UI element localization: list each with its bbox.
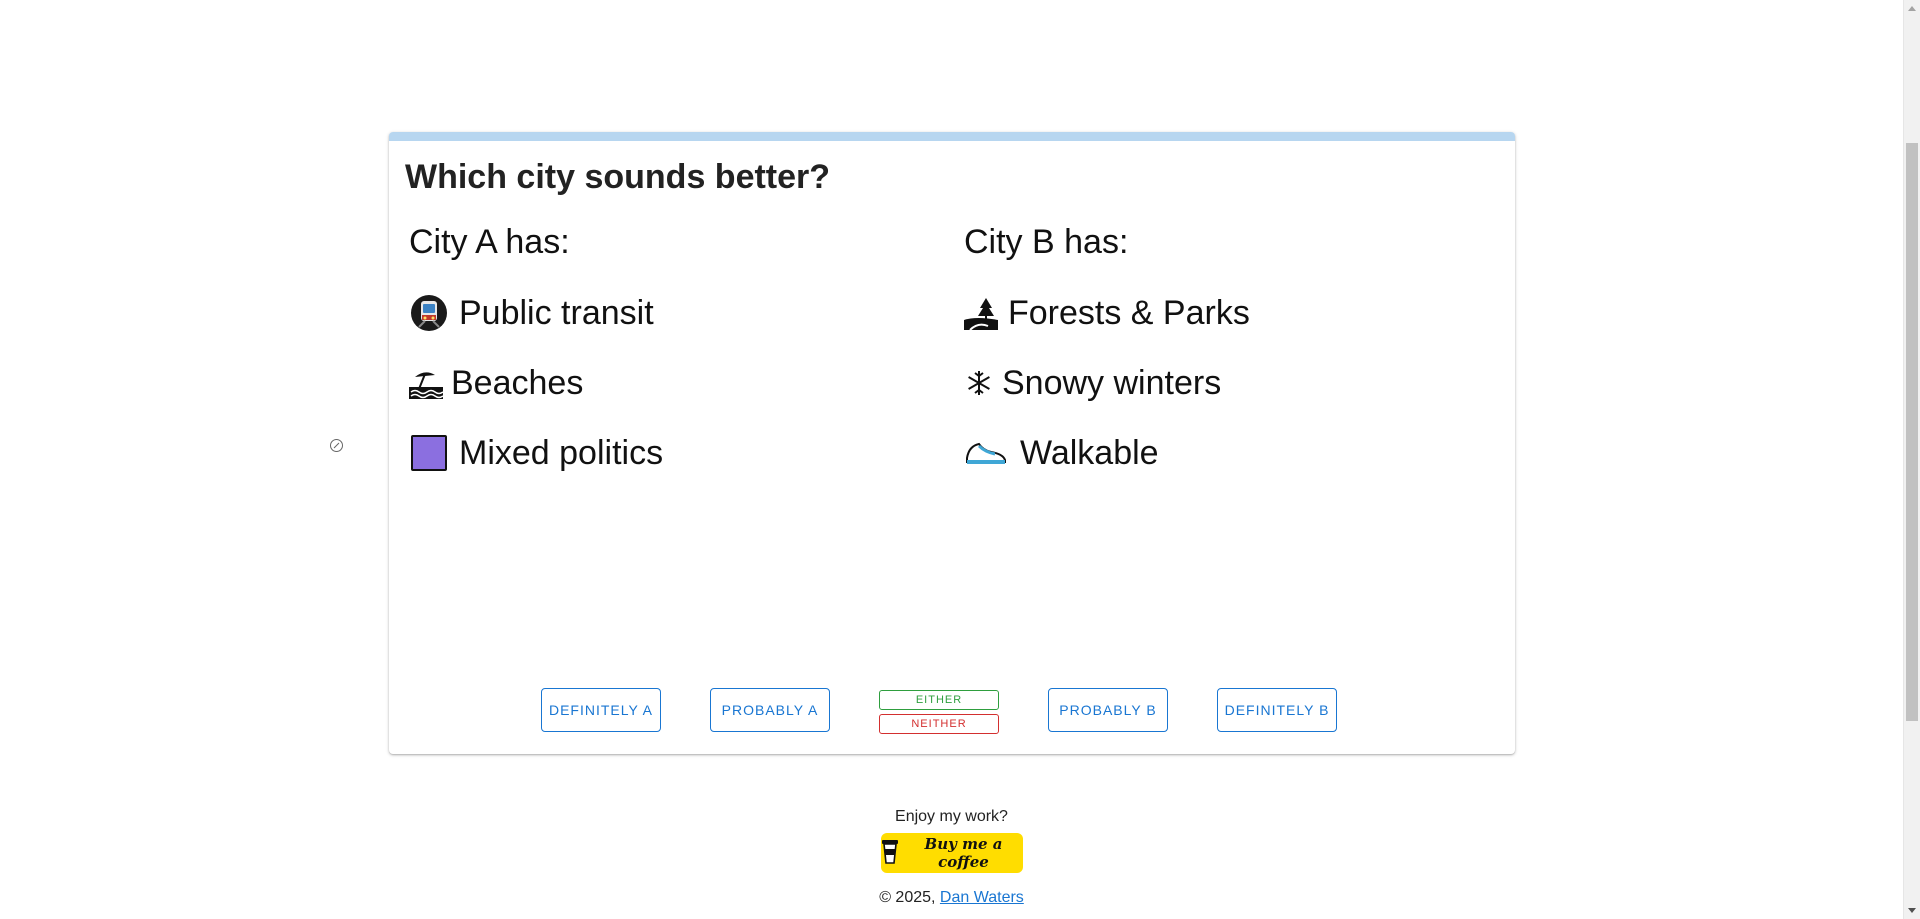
city-a-feature: Beaches [409,362,663,404]
snowflake-icon [964,363,994,403]
copyright: © 2025, Dan Waters [0,887,1903,909]
copyright-text: © 2025, [879,889,936,906]
city-a-feature: Mixed politics [409,432,663,474]
definitely-a-button[interactable]: Definitely A [541,688,661,732]
feature-label: Mixed politics [459,433,664,472]
coffee-cup-icon [881,838,899,869]
feature-label: Public transit [459,293,654,332]
city-b-feature: Forests & Parks [964,292,1250,334]
city-a-column: City A has: Public transit Beaches Mixed… [409,222,663,502]
quiz-card: Which city sounds better? City A has: Pu… [389,132,1515,754]
beach-icon [409,363,443,403]
park-icon [964,293,998,333]
reset-icon[interactable] [330,439,343,452]
city-b-heading: City B has: [964,223,1129,261]
scroll-down-icon[interactable] [1908,908,1916,913]
probably-b-button[interactable]: Probably B [1048,688,1168,732]
scroll-up-icon[interactable] [1908,6,1916,11]
buy-me-a-coffee-button[interactable]: Buy me a coffee [880,833,1023,873]
enjoy-text: Enjoy my work? [895,808,1008,825]
scrollbar-thumb[interactable] [1906,143,1918,721]
either-neither-group: Either Neither [879,690,999,738]
city-b-feature: Snowy winters [964,362,1250,404]
feature-label: Snowy winters [1002,363,1222,402]
city-b-feature: Walkable [964,432,1250,474]
feature-label: Forests & Parks [1008,293,1250,332]
feature-label: Beaches [451,363,584,402]
neither-button[interactable]: Neither [879,714,999,734]
page-title: Which city sounds better? [405,158,831,196]
either-button[interactable]: Either [879,690,999,710]
purple-square-icon [409,433,449,473]
city-a-feature: Public transit [409,292,663,334]
progress-bar [389,132,1515,141]
city-a-heading: City A has: [409,223,570,261]
footer: Enjoy my work? Buy me a coffee © 2025, D… [0,805,1903,909]
probably-a-button[interactable]: Probably A [710,688,830,732]
city-b-column: City B has: Forests & Parks Snowy winter… [964,222,1250,502]
scrollbar[interactable] [1903,0,1920,919]
feature-label: Walkable [1020,433,1159,472]
coffee-label: Buy me a coffee [924,835,1003,871]
sneaker-icon [964,433,1008,473]
author-link[interactable]: Dan Waters [940,889,1024,906]
answer-buttons: Definitely A Probably A Either Neither P… [389,688,1515,734]
train-icon [409,293,449,333]
definitely-b-button[interactable]: Definitely B [1217,688,1337,732]
